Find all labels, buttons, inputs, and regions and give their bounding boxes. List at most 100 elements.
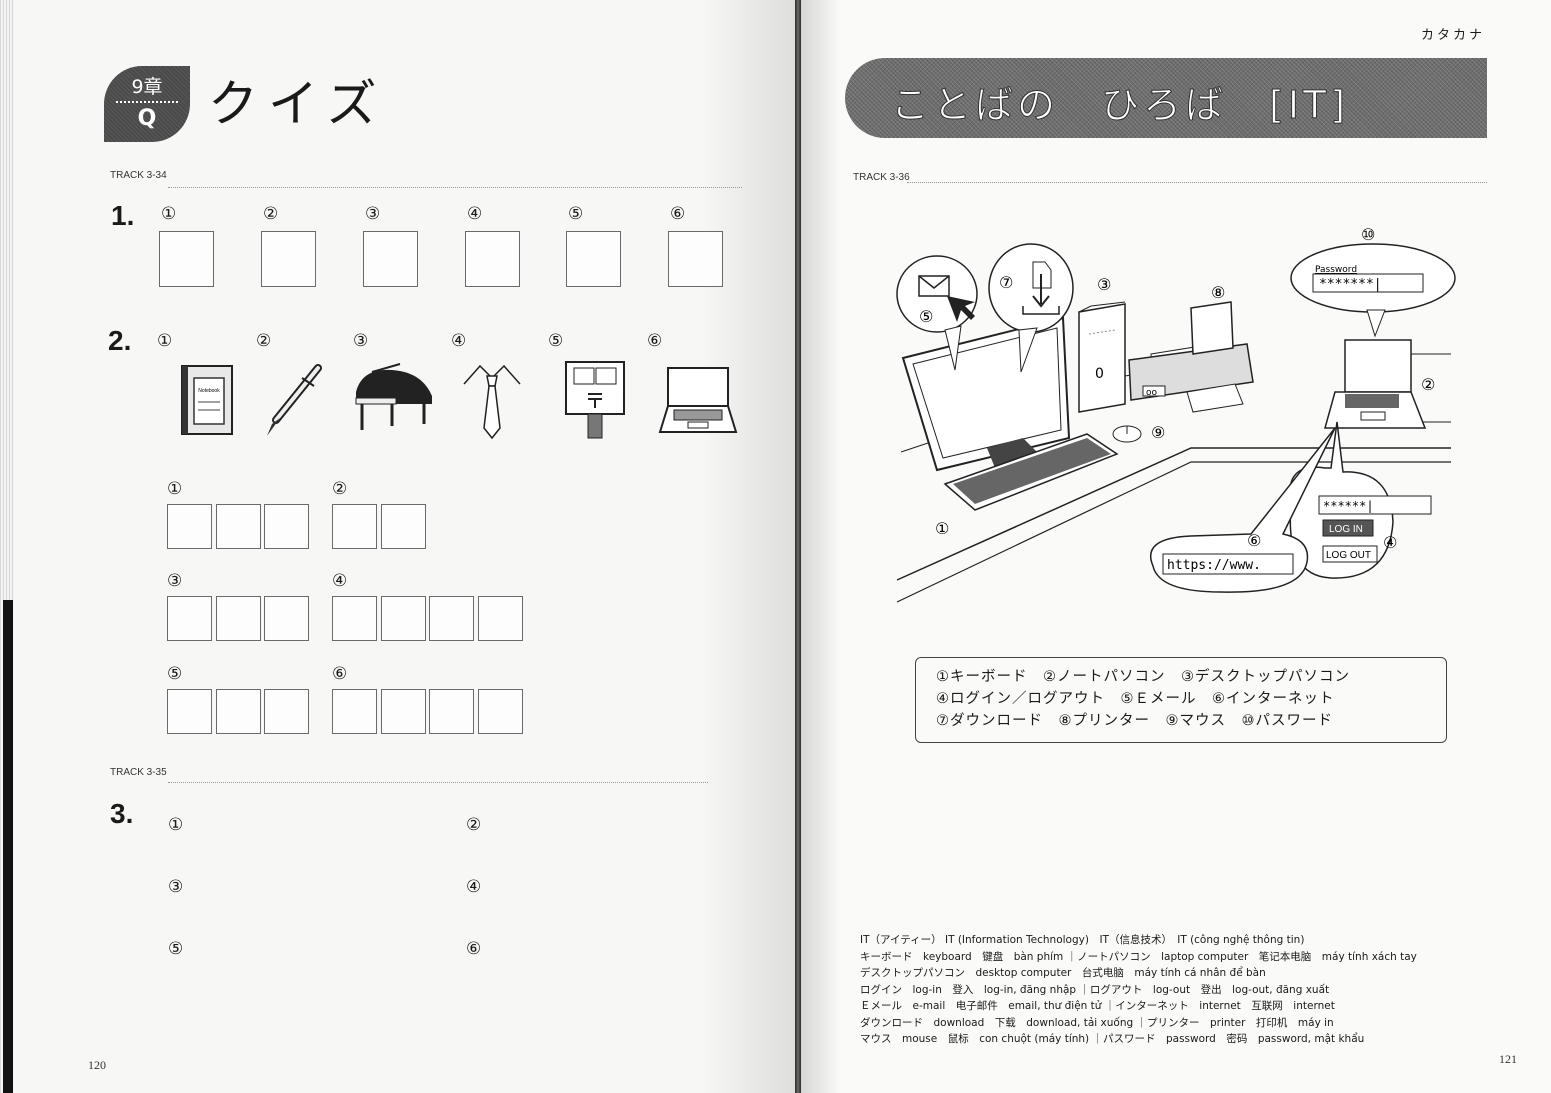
answer-group-label: ⑤ <box>167 664 183 684</box>
notebook-label: Notebook <box>198 388 220 394</box>
answer-box[interactable] <box>332 689 377 734</box>
answer-box[interactable] <box>167 504 212 549</box>
track-label: TRACK 3-36 <box>853 172 910 183</box>
svg-text:③: ③ <box>1097 275 1111 294</box>
question-3-label: ① <box>168 815 184 835</box>
answer-box[interactable] <box>261 231 316 287</box>
answer-box[interactable] <box>264 596 309 641</box>
vocabulary-line: ダウンロード download 下载 download, tải xuống ｜… <box>860 1016 1334 1029</box>
answer-box[interactable] <box>332 596 377 641</box>
postbox-icon <box>565 361 625 439</box>
question-2-label: ① <box>157 331 173 351</box>
svg-text:******|: ******| <box>1323 499 1374 513</box>
answer-group-label: ④ <box>332 571 348 591</box>
svg-text:⑥: ⑥ <box>1247 531 1261 550</box>
piano-icon <box>355 363 432 430</box>
answer-box[interactable] <box>215 504 261 549</box>
answer-box[interactable] <box>668 231 723 287</box>
svg-text:*******|: *******| <box>1319 277 1382 292</box>
answer-box[interactable] <box>380 504 426 549</box>
question-2-label: ⑤ <box>548 331 564 351</box>
svg-text:④: ④ <box>1383 533 1397 552</box>
question-3-label: ⑤ <box>168 939 184 959</box>
svg-text:⑩: ⑩ <box>1361 225 1375 244</box>
question-3-label: ② <box>466 815 482 835</box>
track-label: TRACK 3-34 <box>110 170 167 181</box>
track-label: TRACK 3-35 <box>110 767 167 778</box>
legend-line: ⑦ダウンロード ⑧プリンター ⑨マウス ⑩パスワード <box>936 713 1333 729</box>
answer-box[interactable] <box>264 689 309 734</box>
question-1-label: ② <box>263 204 279 224</box>
answer-box[interactable] <box>264 504 309 549</box>
left-page: 9章 Q クイズ TRACK 3-34 1. ①②③④⑤⑥ 2. ①②③④⑤⑥ … <box>0 0 795 1093</box>
svg-text:①: ① <box>935 519 949 538</box>
question-2-number: 2. <box>108 325 132 356</box>
svg-text:0: 0 <box>1095 366 1104 382</box>
question-1-label: ③ <box>365 204 381 224</box>
answer-box[interactable] <box>566 231 621 287</box>
laptop-icon <box>658 367 738 433</box>
answer-box[interactable] <box>429 689 474 734</box>
answer-box[interactable] <box>215 689 261 734</box>
answer-box[interactable] <box>167 689 212 734</box>
question-2-label: ⑥ <box>647 331 663 351</box>
answer-box[interactable] <box>380 689 426 734</box>
question-3-number: 3. <box>110 798 134 829</box>
answer-box[interactable] <box>477 689 523 734</box>
vocabulary-line: キーボード keyboard 键盘 bàn phím ｜ノートパソコン lapt… <box>860 950 1417 963</box>
chapter-badge: 9章 Q <box>104 66 190 142</box>
question-1-label: ① <box>161 204 177 224</box>
legend-line: ①キーボード ②ノートパソコン ③デスクトップパソコン <box>936 669 1350 685</box>
answer-box[interactable] <box>159 231 214 287</box>
answer-box[interactable] <box>380 596 426 641</box>
section-label: カタカナ <box>1420 28 1485 43</box>
question-1-label: ⑤ <box>568 204 584 224</box>
answer-group-label: ① <box>167 479 183 499</box>
question-2-label: ③ <box>353 331 369 351</box>
title-banner: ことばの ひろば [IT] <box>845 58 1487 138</box>
question-3-label: ⑥ <box>466 939 482 959</box>
question-1-number: 1. <box>111 200 135 231</box>
answer-group-label: ⑥ <box>332 664 348 684</box>
question-1-label: ④ <box>467 204 483 224</box>
svg-text:⑨: ⑨ <box>1151 423 1165 442</box>
quiz-mark: Q <box>137 106 157 131</box>
answer-box[interactable] <box>167 596 212 641</box>
legend-line: ④ログイン／ログアウト ⑤Ｅメール ⑥インターネット <box>936 691 1335 707</box>
answer-box[interactable] <box>215 596 261 641</box>
answer-box[interactable] <box>332 504 377 549</box>
answer-box[interactable] <box>363 231 418 287</box>
chapter-number: 9章 <box>131 76 163 98</box>
page-title: クイズ <box>208 75 387 133</box>
answer-box[interactable] <box>477 596 523 641</box>
svg-text:LOG IN: LOG IN <box>1329 524 1363 535</box>
answer-box[interactable] <box>429 596 474 641</box>
svg-text:⑦: ⑦ <box>999 273 1013 292</box>
answer-group-label: ② <box>332 479 348 499</box>
page-number: 120 <box>88 1058 106 1072</box>
vocabulary-list: IT（アイティー） IT (Information Technology) IT… <box>860 932 1500 1048</box>
svg-text:LOG OUT: LOG OUT <box>1326 550 1371 561</box>
svg-text:②: ② <box>1421 375 1435 394</box>
page-number: 121 <box>1499 1052 1517 1066</box>
vocabulary-line: Ｅメール e-mail 电子邮件 email, thư điện tử ｜インタ… <box>860 1000 1335 1012</box>
question-2-label: ④ <box>451 331 467 351</box>
question-1-label: ⑥ <box>670 204 686 224</box>
svg-text:oo: oo <box>1146 388 1158 398</box>
svg-text:⑧: ⑧ <box>1211 283 1225 302</box>
question-3-label: ④ <box>466 877 482 897</box>
answer-box[interactable] <box>465 231 520 287</box>
vocabulary-line: デスクトップパソコン desktop computer 台式电脑 máy tín… <box>860 967 1266 979</box>
pen-icon <box>267 364 322 436</box>
vocabulary-line: マウス mouse 鼠标 con chuột (máy tính) ｜パスワード… <box>860 1033 1365 1045</box>
scan-shadow <box>3 600 13 1093</box>
vocabulary-line: ログイン log-in 登入 log-in, đăng nhập ｜ログアウト … <box>860 983 1330 996</box>
vocabulary-line: IT（アイティー） IT (Information Technology) IT… <box>860 934 1305 946</box>
vocabulary-legend: ①キーボード ②ノートパソコン ③デスクトップパソコン ④ログイン／ログアウト … <box>915 657 1447 743</box>
notebook-icon: Notebook <box>181 365 233 435</box>
right-page: カタカナ ことばの ひろば [IT] TRACK 3-36 0 oo ⑤ ⑦ ③… <box>801 0 1551 1093</box>
question-3-label: ③ <box>168 877 184 897</box>
svg-text:⑤: ⑤ <box>919 307 933 326</box>
necktie-icon <box>463 364 521 440</box>
question-2-label: ② <box>256 331 272 351</box>
